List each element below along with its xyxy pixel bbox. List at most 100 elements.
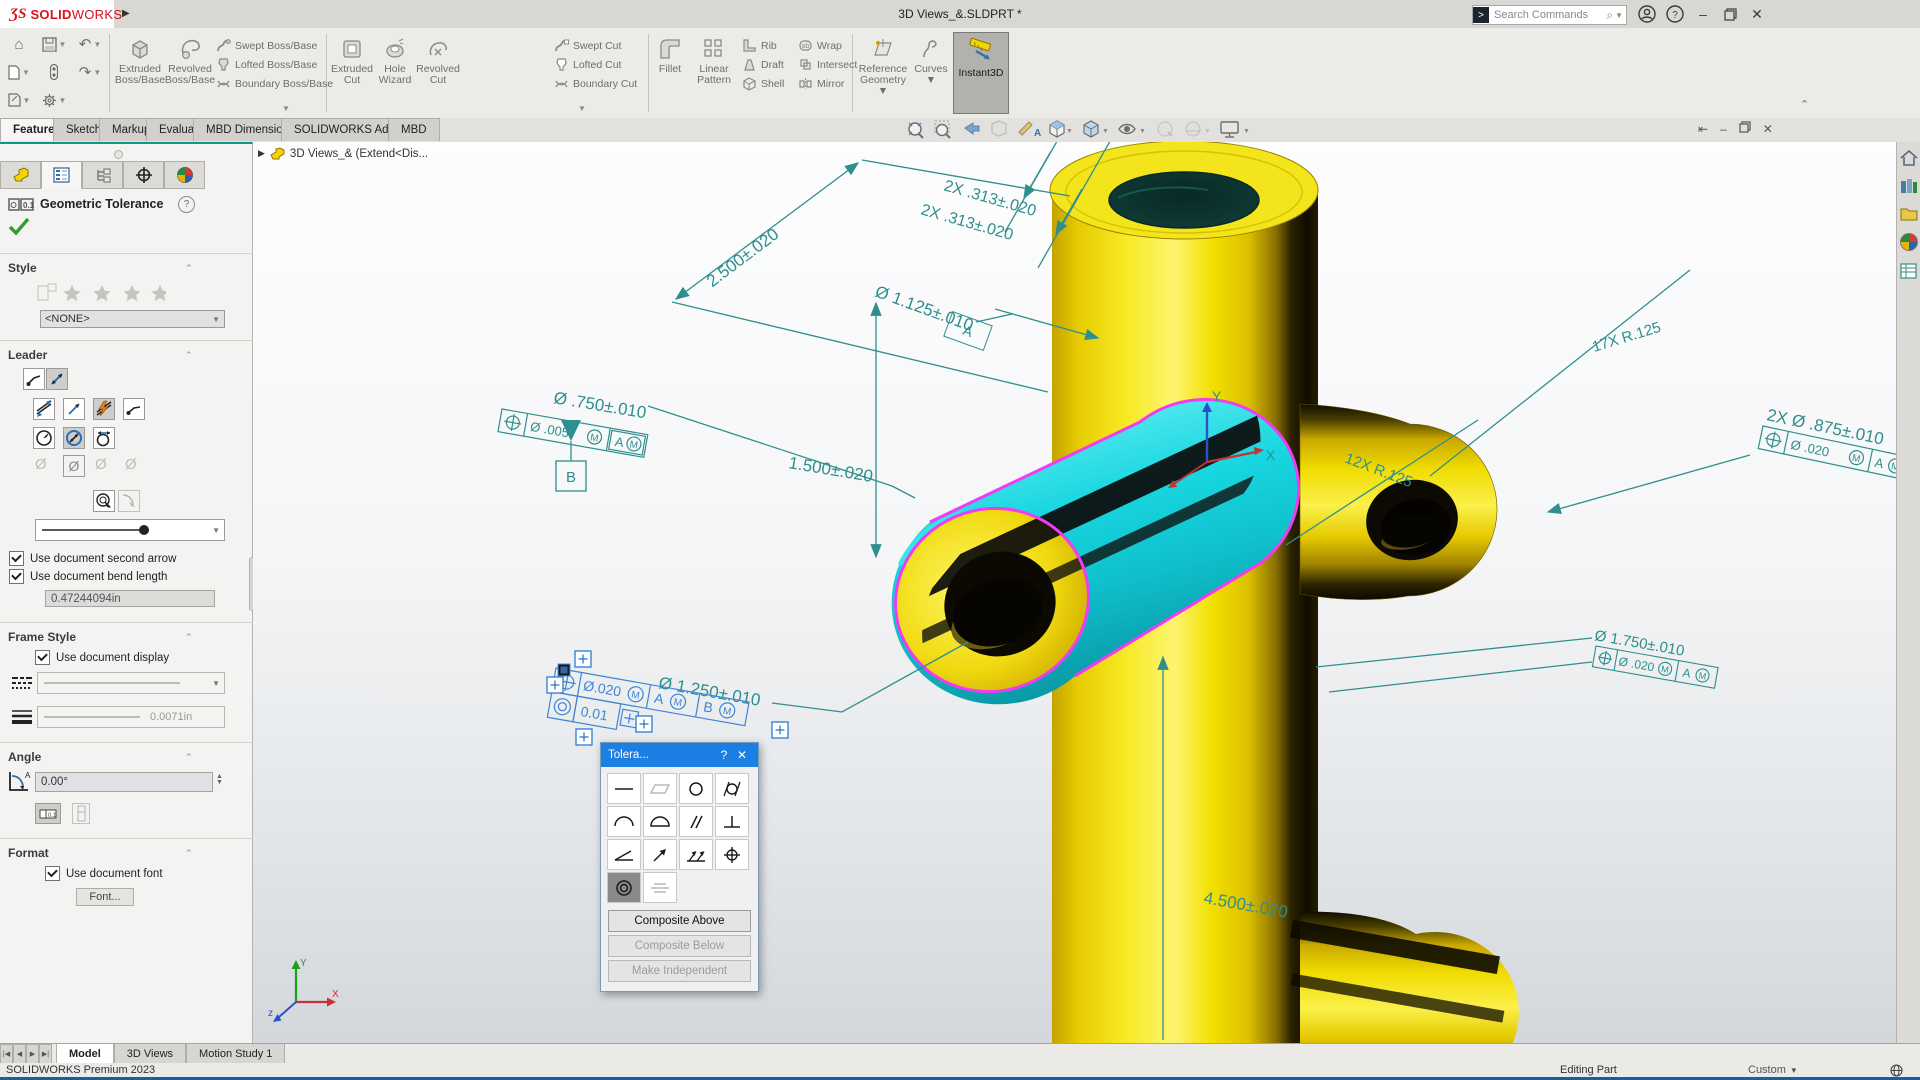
new-dropdown-icon[interactable]: ▼ (22, 68, 30, 77)
hide-show-dropdown-icon[interactable]: ▼ (1139, 128, 1146, 135)
ribbon-collapse-icon[interactable]: ⌃ (1800, 98, 1809, 111)
frame-horizontal-button[interactable]: 0.1 (35, 803, 61, 824)
draft-button[interactable]: Draft (742, 55, 784, 74)
search-icon[interactable]: ⌕ (1606, 8, 1613, 23)
parallelism-symbol[interactable] (679, 806, 713, 837)
concentricity-symbol[interactable] (607, 872, 641, 903)
view-settings-icon[interactable] (1221, 122, 1238, 137)
curves-button[interactable]: Curves ▼ (911, 32, 951, 112)
zoom-to-fit-icon[interactable] (909, 123, 923, 138)
datum-a-flag[interactable]: A (944, 312, 992, 351)
use-document-display-checkbox[interactable]: Use document display (35, 650, 169, 665)
display-style-dropdown-icon[interactable]: ▼ (1102, 128, 1109, 135)
search-dropdown-icon[interactable]: ▼ (1615, 11, 1623, 20)
reference-geometry-button[interactable]: Reference Geometry ▼ (855, 32, 911, 112)
section-frame-style-header[interactable]: Frame Style (8, 630, 76, 644)
dim-875[interactable]: 2X Ø .875±.010 (1765, 405, 1885, 448)
model-scene[interactable]: Y X (253, 142, 1896, 1043)
undo-dropdown-icon[interactable]: ▼ (93, 40, 101, 49)
tab-display-manager[interactable] (164, 161, 205, 189)
straightness-symbol[interactable] (607, 773, 641, 804)
fcf-875-group[interactable]: 2X Ø .875±.010 Ø .020 M A M (1758, 405, 1896, 484)
first-tab-button[interactable]: |◀ (0, 1044, 13, 1064)
save-button[interactable]: ▼ (36, 30, 72, 58)
angle-field[interactable]: 0.00° (35, 772, 213, 792)
style-select[interactable]: <NONE>▼ (40, 310, 225, 328)
search-commands-box[interactable]: > Search Commands ⌕ ▼ (1472, 5, 1627, 25)
cylindricity-symbol[interactable] (715, 773, 749, 804)
file-explorer-icon[interactable] (1900, 206, 1918, 221)
fcf-edit-datum1[interactable]: A (653, 690, 666, 707)
search-input[interactable]: Search Commands (1494, 9, 1606, 21)
circular-runout-symbol[interactable] (643, 839, 677, 870)
group-flyout-arrow-icon[interactable]: ▼ (282, 104, 290, 113)
doc-minimize-icon[interactable]: – (1720, 122, 1727, 136)
tab-model[interactable]: Model (56, 1044, 114, 1064)
fcf-750-group[interactable]: Ø .750±.010 Ø .005 M A M B (498, 388, 648, 491)
chevron-up-icon[interactable]: ⌃ (185, 752, 193, 763)
restore-button[interactable] (1719, 3, 1741, 25)
shell-button[interactable]: Shell (742, 74, 784, 93)
annotation-views-icon[interactable]: A (1019, 122, 1041, 139)
top-bore-hole[interactable] (1109, 172, 1259, 228)
home-button[interactable]: ⌂ (2, 30, 36, 58)
frame-thickness-select[interactable]: 0.0071in (37, 706, 225, 728)
leader-circle-button[interactable] (33, 427, 55, 449)
leader-circle-arrow-button[interactable] (63, 427, 85, 449)
fcf-edit-datum2[interactable]: B (702, 698, 714, 715)
doc-close-icon[interactable]: ✕ (1763, 122, 1773, 136)
boundary-boss-base-button[interactable]: Boundary Boss/Base (216, 74, 333, 93)
no-leader-button[interactable] (33, 398, 55, 420)
frame-line-style-select[interactable]: ▼ (37, 672, 225, 694)
wrap-button[interactable]: abWrap (798, 36, 857, 55)
custom-properties-icon[interactable] (1900, 263, 1917, 279)
tab-dimxpert-manager[interactable] (123, 161, 164, 189)
mirror-button[interactable]: Mirror (798, 74, 857, 93)
leader-diagonal-button[interactable] (63, 398, 85, 420)
file-properties-dropdown-icon[interactable]: ▼ (23, 96, 31, 105)
angularity-symbol[interactable] (607, 839, 641, 870)
instant3d-button[interactable]: Instant3D (953, 32, 1009, 114)
zoom-to-area-icon[interactable] (935, 121, 950, 138)
group-flyout-arrow-icon[interactable]: ▼ (578, 104, 586, 113)
dim-1500[interactable]: 1.500±.020 (787, 453, 874, 486)
chevron-up-icon[interactable]: ⌃ (185, 263, 193, 274)
reference-geometry-dropdown-icon[interactable]: ▼ (878, 86, 888, 97)
section-angle-header[interactable]: Angle (8, 750, 41, 764)
help-icon[interactable]: ? (1664, 3, 1686, 25)
panel-help-icon[interactable]: ? (178, 196, 195, 213)
view-orientation-icon[interactable] (1050, 121, 1064, 137)
options-button[interactable]: ▼ (36, 86, 72, 114)
lofted-boss-base-button[interactable]: Lofted Boss/Base (216, 55, 333, 74)
view-orientation-dropdown-icon[interactable]: ▼ (1066, 128, 1073, 135)
fillet-button[interactable]: Fillet (650, 32, 690, 112)
next-tab-button[interactable]: ▶ (26, 1044, 39, 1064)
globe-icon[interactable] (1890, 1064, 1903, 1080)
dim-1125[interactable]: Ø 1.125±.010 (873, 282, 976, 335)
design-library-icon[interactable] (1900, 178, 1918, 194)
prev-tab-button[interactable]: ◀ (13, 1044, 26, 1064)
dialog-help-icon[interactable]: ? (715, 748, 733, 762)
use-second-arrow-checkbox[interactable]: Use document second arrow (9, 551, 176, 566)
dim-17x-r125[interactable]: 17X R.125 (1590, 319, 1663, 356)
total-runout-symbol[interactable] (679, 839, 713, 870)
leader-nearest-button[interactable] (93, 490, 115, 512)
fcf-edit-row2-value[interactable]: 0.01 (580, 703, 610, 724)
use-bend-length-checkbox[interactable]: Use document bend length (9, 569, 167, 584)
leader-button[interactable] (23, 368, 45, 390)
profile-surface-symbol[interactable] (643, 806, 677, 837)
panel-collapse-dot[interactable] (114, 150, 123, 159)
swept-cut-button[interactable]: Swept Cut (554, 36, 637, 55)
spinner-down-icon[interactable]: ▼ (216, 780, 223, 786)
view-settings-dropdown-icon[interactable]: ▼ (1243, 128, 1250, 135)
boundary-cut-button[interactable]: Boundary Cut (554, 74, 637, 93)
rebuild-button[interactable] (36, 58, 72, 86)
rib-button[interactable]: Rib (742, 36, 784, 55)
bent-leader-button[interactable] (123, 398, 145, 420)
dialog-title-bar[interactable]: Tolera... ? ✕ (601, 743, 758, 767)
appearances-icon[interactable] (1900, 233, 1918, 251)
user-account-icon[interactable] (1636, 3, 1658, 25)
status-custom-dropdown[interactable]: Custom ▼ (1748, 1064, 1798, 1076)
new-document-button[interactable]: ▼ (2, 58, 36, 86)
curves-dropdown-icon[interactable]: ▼ (926, 75, 936, 86)
